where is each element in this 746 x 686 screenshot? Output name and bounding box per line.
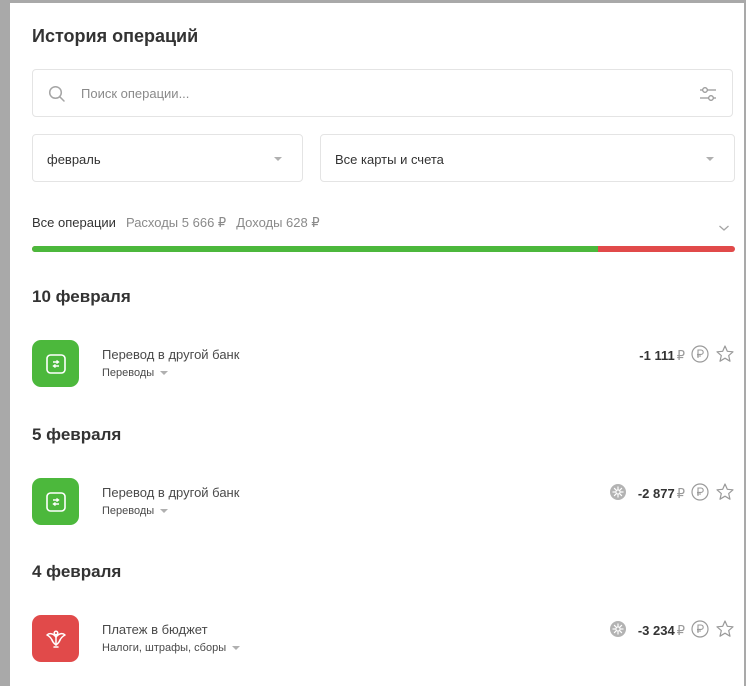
cashback-icon (609, 483, 627, 506)
cashback-icon (609, 620, 627, 643)
tab-expenses[interactable]: Расходы 5 666 ₽ (126, 215, 226, 230)
operation-amount-value: -2 877 (637, 486, 675, 501)
operation-amount: -1 111 ₽ (639, 348, 685, 364)
chevron-down-icon (160, 509, 169, 514)
window-frame-left (0, 0, 10, 686)
operation-row[interactable]: Перевод в другой банк Переводы -1 111 ₽ (32, 340, 735, 392)
transfer-icon (32, 340, 79, 387)
operation-category[interactable]: Переводы (102, 367, 169, 379)
period-select[interactable]: февраль (32, 134, 303, 182)
operation-category[interactable]: Переводы (102, 505, 169, 517)
period-select-value: февраль (47, 152, 101, 167)
date-heading: 4 февраля (32, 562, 122, 581)
tab-income[interactable]: Доходы 628 ₽ (236, 215, 319, 230)
operation-category-label: Переводы (102, 367, 155, 379)
operation-category-label: Переводы (102, 505, 155, 517)
bonus-ruble-icon[interactable] (690, 619, 710, 644)
budget-emblem-icon (32, 615, 79, 662)
date-heading: 10 февраля (32, 287, 131, 306)
search-icon (48, 85, 66, 108)
currency-symbol: ₽ (676, 623, 685, 638)
operation-name: Перевод в другой банк (102, 485, 240, 500)
operation-amount: -3 234 ₽ (638, 623, 685, 639)
filter-settings-icon[interactable] (698, 84, 718, 109)
currency-symbol: ₽ (676, 348, 685, 363)
operation-category-label: Налоги, штрафы, сборы (102, 642, 227, 654)
search-placeholder: Поиск операции... (81, 86, 190, 101)
bonus-ruble-icon[interactable] (690, 482, 710, 507)
transfer-icon (32, 478, 79, 525)
bonus-ruble-icon[interactable] (690, 344, 710, 369)
operations-summary: Все операции Расходы 5 666 ₽ Доходы 628 ₽ (32, 215, 320, 231)
chevron-down-icon (160, 371, 169, 376)
operation-name: Платеж в бюджет (102, 622, 208, 637)
star-icon[interactable] (715, 619, 735, 644)
search-input[interactable]: Поиск операции... (32, 69, 733, 117)
operation-row[interactable]: Перевод в другой банк Переводы -2 877 ₽ (32, 478, 735, 530)
accounts-select-value: Все карты и счета (335, 152, 444, 167)
tab-all-operations[interactable]: Все операции (32, 215, 116, 230)
income-expense-bar (32, 246, 735, 252)
operation-amount-value: -1 111 (639, 348, 675, 363)
income-expense-bar-fill (32, 246, 598, 252)
operation-amount: -2 877 ₽ (638, 486, 685, 502)
star-icon[interactable] (715, 482, 735, 507)
chevron-down-icon (706, 157, 714, 161)
operation-category[interactable]: Налоги, штрафы, сборы (102, 642, 241, 654)
page-title: История операций (32, 26, 199, 46)
date-heading: 5 февраля (32, 425, 122, 444)
operation-amount-value: -3 234 (637, 623, 675, 638)
operation-name: Перевод в другой банк (102, 347, 240, 362)
chevron-down-icon (232, 646, 241, 651)
chevron-down-icon (274, 157, 282, 161)
currency-symbol: ₽ (676, 486, 685, 501)
star-icon[interactable] (715, 344, 735, 369)
operation-row[interactable]: Платеж в бюджет Налоги, штрафы, сборы -3… (32, 615, 735, 667)
accounts-select[interactable]: Все карты и счета (320, 134, 735, 182)
window-frame-top (0, 0, 746, 3)
summary-expand-chevron-icon[interactable] (718, 219, 730, 237)
